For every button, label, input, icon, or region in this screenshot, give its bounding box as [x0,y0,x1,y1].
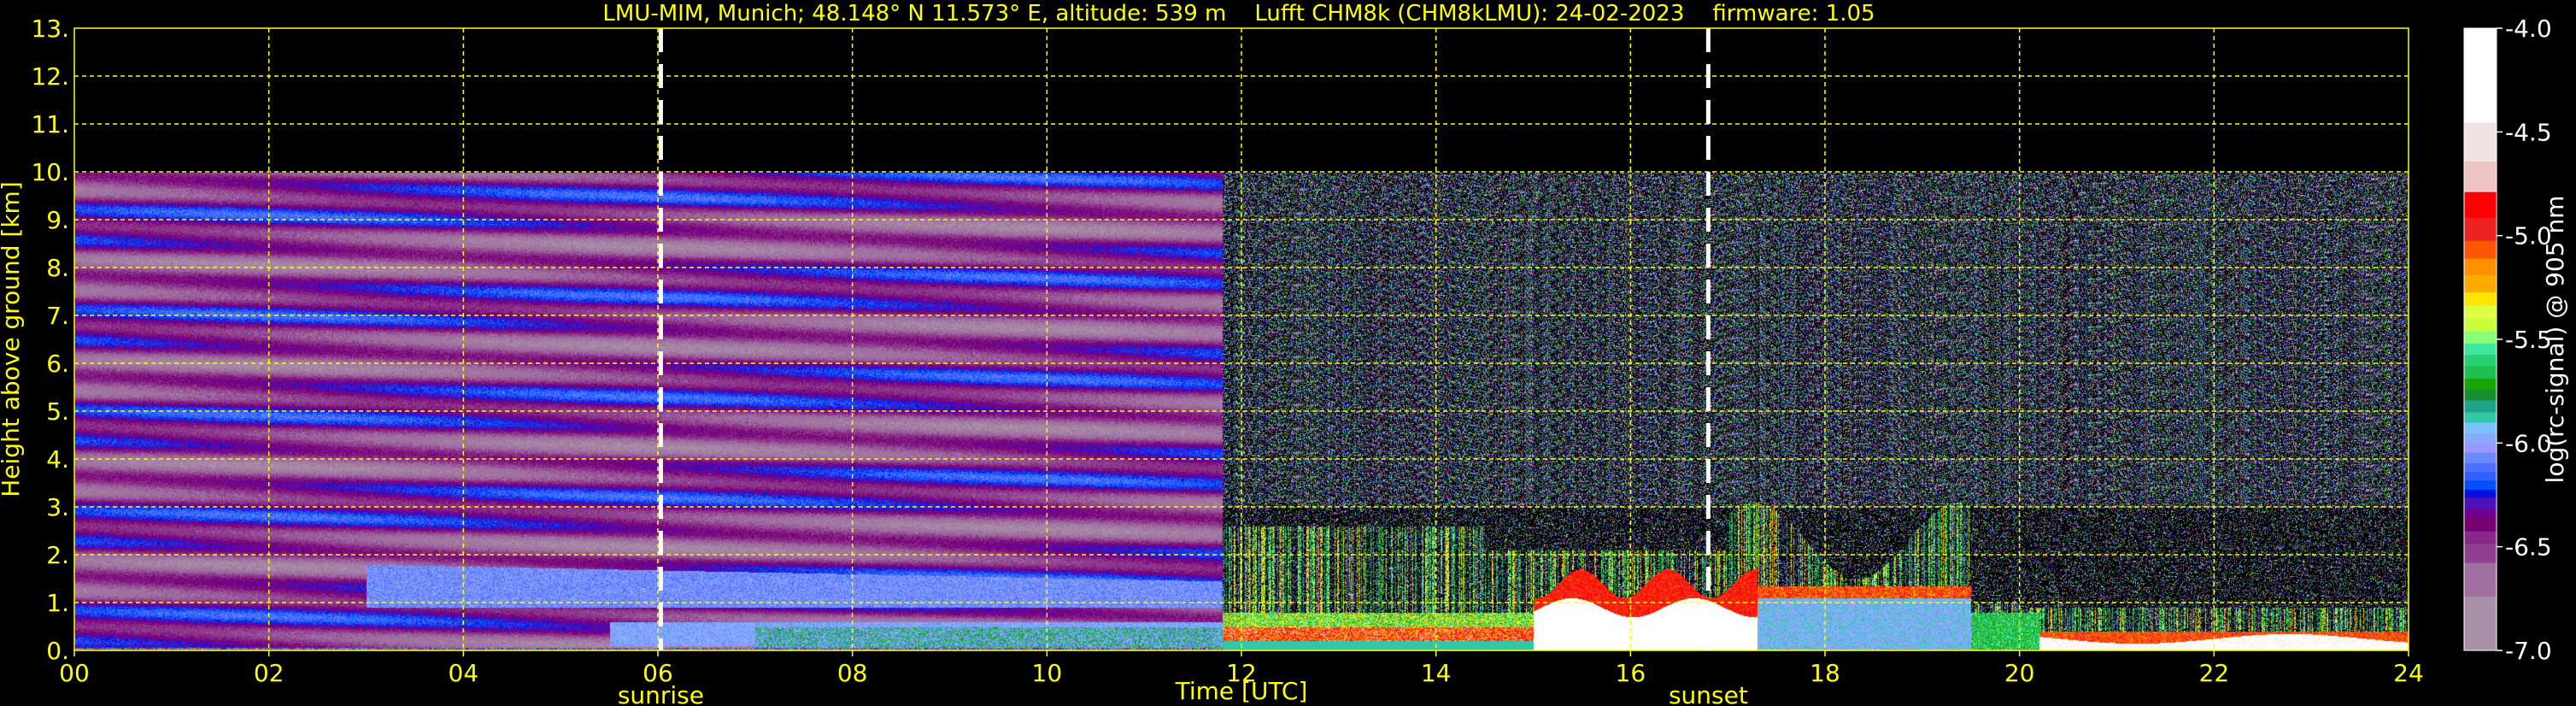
x-axis-label: Time [UTC] [1175,677,1308,705]
colorbar-segment [2464,344,2497,356]
colorbar-segment [2464,275,2497,293]
colorbar-segment [2464,28,2497,123]
y-tick-label: 7. [46,302,69,330]
y-tick-label: 12. [31,62,69,91]
colorbar-segment [2464,531,2497,545]
colorbar-segment [2464,162,2497,193]
colorbar-segment [2464,191,2497,219]
y-tick-label: 6. [46,350,69,378]
y-tick-label: 9. [46,206,69,234]
colorbar-segment [2464,462,2497,473]
y-tick-label: 13. [31,15,69,43]
x-tick-label: 08 [837,659,868,687]
colorbar-segment [2464,562,2497,597]
colorbar-segment [2464,400,2497,413]
colorbar-segment [2464,240,2497,260]
colorbar-segment [2464,480,2497,491]
colorbar-segment [2464,544,2497,564]
x-tick-label: 16 [1616,659,1646,687]
colorbar-segment [2464,517,2497,532]
colorbar-segment [2464,596,2497,651]
gridlines [74,28,2409,650]
y-tick-label: 0. [46,637,69,665]
colorbar-segment [2464,444,2497,454]
y-tick-label: 11. [31,110,69,138]
colorbar-label: log(rc-signal) @ 905 nm [2541,196,2569,484]
x-tick-label: 04 [449,659,479,687]
colorbar-segment [2464,452,2497,464]
annotations: sunrise sunset [618,28,1748,706]
y-tick-label: 10. [31,158,69,186]
colorbar: -4.0-4.5-5.0-5.5-6.0-6.5-7.0 [2463,15,2552,665]
axes: 00 02 04 06 08 10 12 14 16 18 20 22 24 0.1.2.3.4.5.6… [0,15,2569,706]
colorbar-segment [2464,497,2497,510]
colorbar-segment [2464,390,2497,401]
colorbar-tick-label: -6.5 [2505,533,2552,562]
colorbar-segment [2464,355,2497,367]
y-tick-label: 4. [46,445,69,474]
colorbar-tick-label: -4.5 [2505,118,2552,146]
colorbar-segment [2464,258,2497,276]
x-tick-label: 10 [1032,659,1063,687]
y-tick-label: 5. [46,397,69,426]
colorbar-segment [2464,433,2497,444]
colorbar-segment [2464,489,2497,498]
colorbar-segment [2464,412,2497,424]
x-tick-label: 22 [2199,659,2230,687]
y-ticks: 0. 1. 2. 3. 4. 5. 6. 7. 8. 9. 10. 11. 12. 13. [31,15,69,665]
y-axis-label: Height above ground [km] [0,181,25,497]
x-tick-label: 18 [1810,659,1840,687]
x-tick-label: 24 [2393,659,2424,687]
colorbar-tick-label: -7.0 [2505,637,2552,665]
colorbar-tick-label: -4.0 [2505,15,2552,43]
sunset-label: sunset [1669,681,1748,706]
x-tick-label: 20 [2004,659,2035,687]
y-tick-label: 8. [46,254,69,282]
colorbar-segment [2464,379,2497,391]
y-tick-label: 3. [46,493,69,521]
colorbar-segment [2464,122,2497,162]
colorbar-segment [2464,318,2497,332]
colorbar-segment [2464,305,2497,319]
colorbar-segment [2464,422,2497,434]
colorbar-segment [2464,292,2497,307]
sunrise-label: sunrise [618,681,704,706]
colorbar-segment [2464,509,2497,519]
colorbar-segment [2464,472,2497,481]
colorbar-segment [2464,366,2497,379]
colorbar-segment [2464,217,2497,242]
x-tick-label: 02 [254,659,285,687]
x-tick-label: 14 [1421,659,1452,687]
y-tick-label: 1. [46,589,69,617]
colorbar-segment [2464,331,2497,344]
y-tick-label: 2. [46,541,69,569]
